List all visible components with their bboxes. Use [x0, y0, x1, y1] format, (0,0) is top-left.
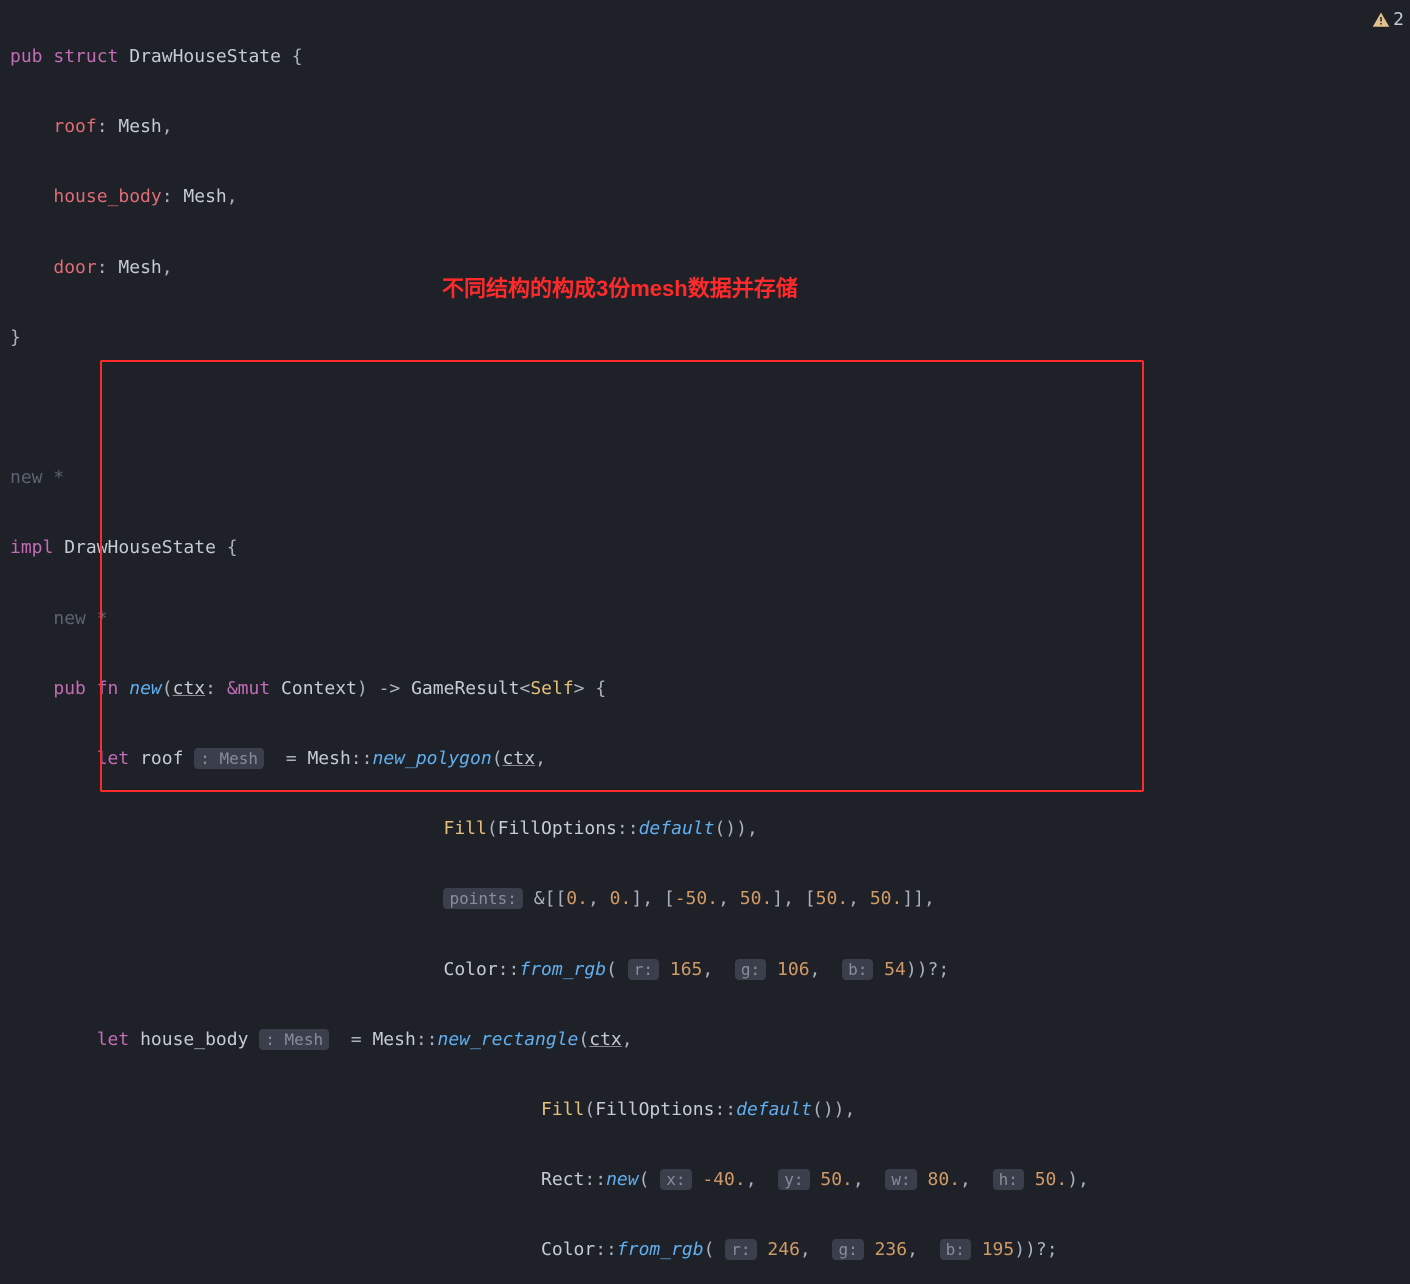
code-line: Fill(FillOptions::default()),: [10, 1092, 1400, 1127]
code-line: house_body: Mesh,: [10, 179, 1400, 214]
code-line: Rect::new( x: -40., y: 50., w: 80., h: 5…: [10, 1162, 1400, 1197]
param-hint: b:: [940, 1239, 971, 1260]
param-hint: g:: [832, 1239, 863, 1260]
type-hint: : Mesh: [259, 1029, 329, 1050]
param-hint: points:: [443, 888, 522, 909]
code-line: let roof : Mesh = Mesh::new_polygon(ctx,: [10, 741, 1400, 776]
code-line: Color::from_rgb( r: 246, g: 236, b: 195)…: [10, 1232, 1400, 1267]
code-hint: new *: [10, 601, 1400, 636]
param-hint: b:: [842, 959, 873, 980]
param-hint: x:: [660, 1169, 691, 1190]
code-line: pub fn new(ctx: &mut Context) -> GameRes…: [10, 671, 1400, 706]
code-editor[interactable]: pub struct DrawHouseState { roof: Mesh, …: [0, 0, 1410, 1284]
type-hint: : Mesh: [194, 748, 264, 769]
code-line: points: &[[0., 0.], [-50., 50.], [50., 5…: [10, 881, 1400, 916]
code-line: }: [10, 320, 1400, 355]
code-line: let house_body : Mesh = Mesh::new_rectan…: [10, 1022, 1400, 1057]
annotation-text: 不同结构的构成3份mesh数据并存储: [442, 268, 798, 311]
code-line: pub struct DrawHouseState {: [10, 39, 1400, 74]
param-hint: h:: [993, 1169, 1024, 1190]
code-hint: new *: [10, 460, 1400, 495]
code-line: [10, 390, 1400, 425]
param-hint: r:: [628, 959, 659, 980]
code-line: roof: Mesh,: [10, 109, 1400, 144]
param-hint: r:: [725, 1239, 756, 1260]
code-line: impl DrawHouseState {: [10, 530, 1400, 565]
param-hint: y:: [778, 1169, 809, 1190]
code-line: Fill(FillOptions::default()),: [10, 811, 1400, 846]
param-hint: g:: [735, 959, 766, 980]
param-hint: w:: [885, 1169, 916, 1190]
code-line: Color::from_rgb( r: 165, g: 106, b: 54))…: [10, 952, 1400, 987]
